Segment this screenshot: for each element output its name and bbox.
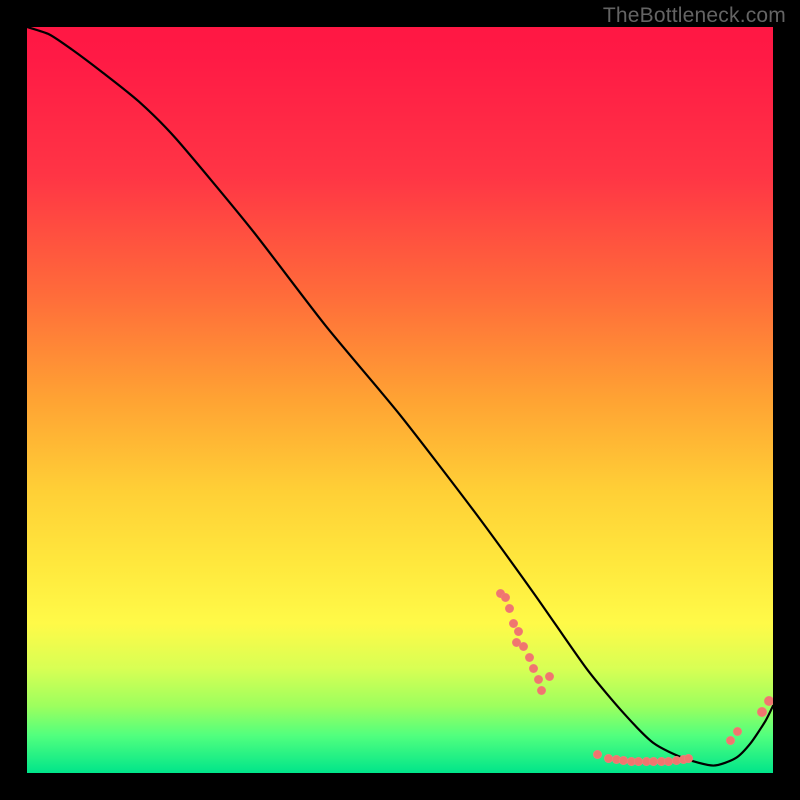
- data-point: [684, 754, 693, 763]
- data-point: [593, 750, 602, 759]
- points-layer: [27, 27, 773, 773]
- data-point: [534, 675, 543, 684]
- watermark-text: TheBottleneck.com: [603, 4, 786, 28]
- data-point: [545, 672, 554, 681]
- data-point: [505, 604, 514, 613]
- data-point: [519, 642, 528, 651]
- data-point: [764, 696, 773, 706]
- data-point: [529, 664, 538, 673]
- data-point: [726, 736, 735, 745]
- data-point: [733, 727, 742, 736]
- data-point: [501, 593, 510, 602]
- data-point: [525, 653, 534, 662]
- chart-root: TheBottleneck.com: [0, 0, 800, 800]
- plot-area: [27, 27, 773, 773]
- data-point: [514, 627, 523, 636]
- data-point: [757, 707, 767, 717]
- data-point: [537, 686, 546, 695]
